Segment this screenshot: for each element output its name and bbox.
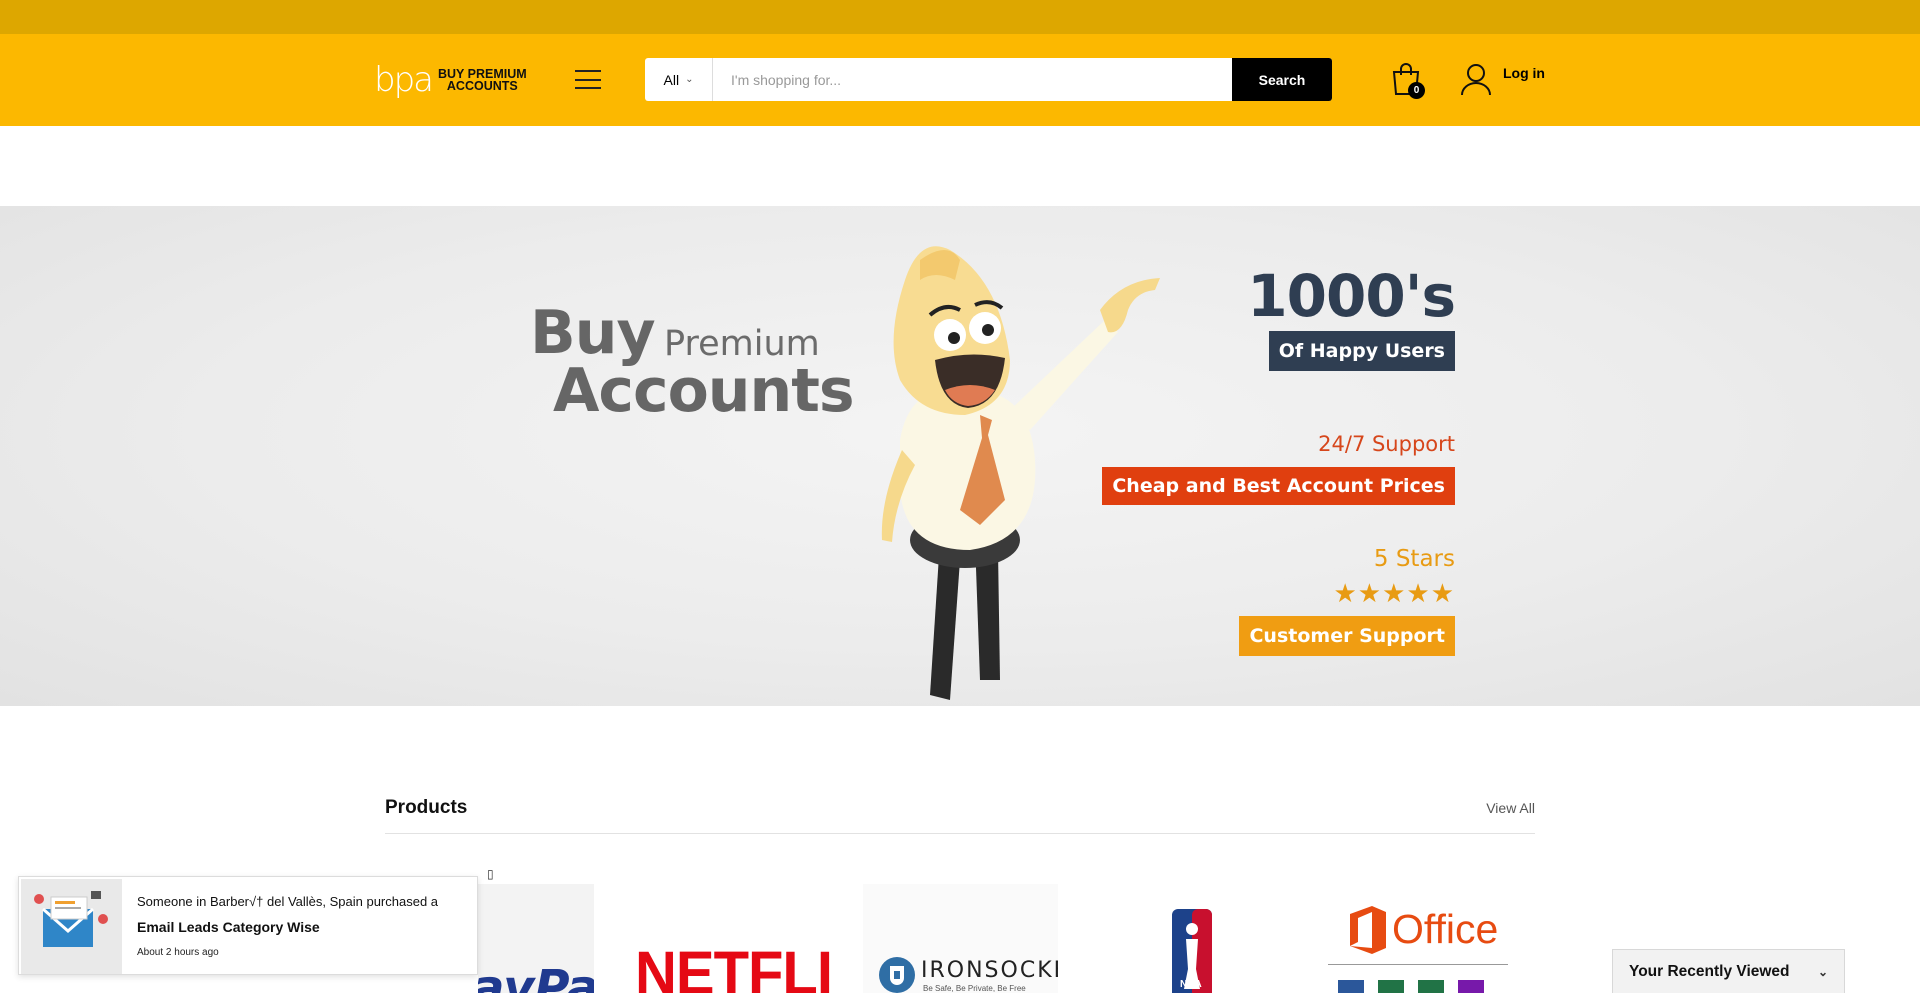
recently-viewed-label: Your Recently Viewed (1629, 962, 1790, 980)
logo-text: BUY PREMIUM ACCOUNTS (438, 68, 527, 93)
search-input[interactable] (713, 58, 1232, 101)
notification-time: About 2 hours ago (137, 947, 219, 958)
recently-viewed-toggle[interactable]: Your Recently Viewed ⌄ (1612, 949, 1845, 993)
happy-users-count: 1000's (1247, 262, 1456, 330)
cart-button[interactable]: 0 (1390, 62, 1425, 99)
search-bar: All ⌄ Search (645, 58, 1332, 101)
product-card-paypal[interactable]: PayPal (478, 884, 594, 993)
logo-text-line2: ACCOUNTS (446, 79, 518, 93)
site-header: bpa BUY PREMIUM ACCOUNTS All ⌄ Search 0 … (0, 34, 1920, 126)
ironsocket-tagline: Be Safe, Be Private, Be Free (923, 984, 1026, 993)
product-card-office[interactable]: Office (1328, 884, 1518, 993)
user-icon (1461, 64, 1491, 96)
purchase-notification[interactable]: Someone in Barber√† del Vallès, Spain pu… (18, 876, 478, 975)
search-category-label: All (663, 71, 680, 88)
login-link[interactable]: Log in (1503, 65, 1545, 81)
chevron-down-icon: ⌄ (685, 74, 694, 85)
logo-mark: bpa (374, 60, 434, 100)
notification-product-image (21, 879, 122, 974)
cart-count-badge: 0 (1408, 82, 1425, 99)
paypal-logo: PayPal (478, 960, 594, 993)
ironsocket-shield-icon (879, 957, 915, 993)
product-card-netflix[interactable]: NETFLIX (630, 884, 830, 993)
products-heading: Products (385, 797, 468, 818)
view-all-link[interactable]: View All (1486, 800, 1535, 816)
chevron-down-icon: ⌄ (1817, 964, 1828, 979)
ironsocket-logo: IRONSOCKET (921, 958, 1058, 983)
search-button[interactable]: Search (1232, 58, 1332, 101)
menu-icon[interactable] (575, 70, 601, 89)
happy-users-badge: Of Happy Users (1268, 331, 1455, 371)
products-divider (385, 833, 1535, 834)
top-bar (0, 0, 1920, 34)
office-logo-icon (1350, 906, 1386, 954)
hero-accounts-text: Accounts (553, 356, 855, 426)
customer-support-badge: Customer Support (1239, 616, 1455, 656)
product-card-nba[interactable]: NBA (1168, 884, 1216, 993)
notification-product-name[interactable]: Email Leads Category Wise (137, 919, 320, 935)
stars-subtitle: 5 Stars (1373, 546, 1455, 572)
office-app-icons (1338, 980, 1484, 993)
office-logo: Office (1392, 906, 1499, 952)
account-button[interactable] (1460, 62, 1492, 98)
notification-location-text: Someone in Barber√† del Vallès, Spain pu… (137, 894, 439, 909)
office-divider (1328, 964, 1508, 965)
site-logo[interactable]: bpa BUY PREMIUM ACCOUNTS (374, 63, 527, 97)
rating-stars: ★★★★★ (1333, 578, 1455, 608)
nba-label: NBA (1180, 979, 1202, 990)
netflix-logo: NETFLIX (635, 939, 830, 993)
search-category-select[interactable]: All ⌄ (645, 58, 713, 101)
placeholder-glyph: ▯ (487, 867, 494, 881)
product-card-ironsocket[interactable]: IRONSOCKET Be Safe, Be Private, Be Free (863, 884, 1058, 993)
cheap-prices-badge: Cheap and Best Account Prices (1102, 467, 1455, 505)
email-envelope-icon (34, 891, 108, 947)
support-subtitle: 24/7 Support (1318, 432, 1455, 456)
